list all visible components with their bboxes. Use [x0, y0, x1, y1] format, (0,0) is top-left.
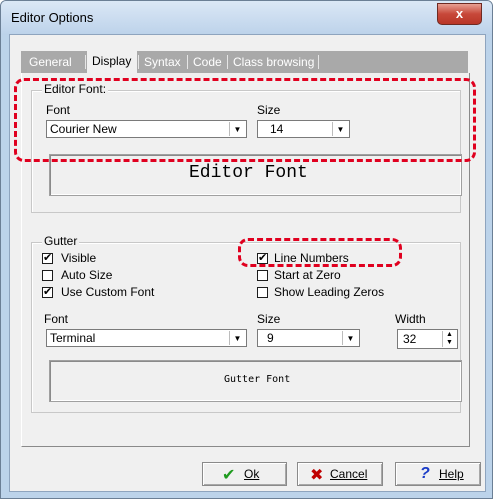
- use-custom-font-label[interactable]: Use Custom Font: [61, 285, 154, 299]
- gutter-font-preview: Gutter Font: [49, 360, 462, 402]
- gutter-font-preview-text: Gutter Font: [224, 374, 291, 385]
- gutter-size-label: Size: [257, 312, 281, 326]
- tab-strip: General Display Syntax Code Class browsi…: [21, 50, 468, 74]
- ok-button-label: Ok: [244, 467, 260, 481]
- check-mark-icon: ✔: [43, 286, 53, 298]
- tab-separator: [187, 55, 188, 69]
- question-mark-icon: ?: [420, 465, 430, 482]
- close-button[interactable]: x: [437, 3, 482, 25]
- window-title: Editor Options: [11, 10, 94, 25]
- help-button[interactable]: ? Help: [395, 462, 481, 486]
- gutter-font-value: Terminal: [50, 331, 96, 345]
- tab-general[interactable]: General: [29, 54, 72, 70]
- check-mark-icon: ✔: [43, 252, 53, 264]
- cancel-button-label: Cancel: [330, 467, 368, 481]
- x-mark-icon: ✖: [310, 467, 324, 484]
- tab-syntax[interactable]: Syntax: [144, 54, 181, 70]
- chevron-down-icon[interactable]: ▼: [342, 331, 358, 345]
- visible-checkbox[interactable]: ✔: [42, 253, 53, 264]
- use-custom-font-checkbox[interactable]: ✔: [42, 287, 53, 298]
- tab-display[interactable]: Display: [87, 50, 137, 74]
- tab-class-browsing[interactable]: Class browsing: [233, 54, 314, 70]
- chevron-down-icon[interactable]: ▼: [229, 331, 245, 345]
- gutter-font-label: Font: [44, 312, 69, 326]
- checkmark-icon: ✔: [222, 467, 236, 484]
- editor-font-preview-text: Editor Font: [189, 163, 308, 183]
- start-at-zero-checkbox[interactable]: [257, 270, 268, 281]
- gutter-group-title: Gutter: [42, 234, 80, 248]
- cancel-button[interactable]: ✖ Cancel: [297, 462, 383, 486]
- tab-display-label: Display: [92, 54, 132, 68]
- tab-separator: [85, 55, 86, 69]
- tab-separator: [138, 55, 139, 69]
- show-leading-zeros-label[interactable]: Show Leading Zeros: [274, 285, 384, 299]
- gutter-size-select[interactable]: 9 ▼: [257, 329, 360, 347]
- line-numbers-highlight: [238, 238, 402, 267]
- spinner-arrows-icon[interactable]: ▲ ▼: [442, 331, 456, 347]
- tab-code[interactable]: Code: [193, 54, 222, 70]
- gutter-font-select[interactable]: Terminal ▼: [46, 329, 247, 347]
- gutter-size-value: 9: [267, 331, 274, 345]
- tab-separator: [318, 55, 319, 69]
- ok-button[interactable]: ✔ Ok: [202, 462, 287, 486]
- start-at-zero-label[interactable]: Start at Zero: [274, 268, 341, 282]
- help-button-label: Help: [439, 467, 464, 481]
- auto-size-checkbox[interactable]: [42, 270, 53, 281]
- show-leading-zeros-checkbox[interactable]: [257, 287, 268, 298]
- gutter-width-value: 32: [403, 332, 417, 346]
- close-icon: x: [455, 6, 464, 21]
- title-bar[interactable]: Editor Options x: [1, 1, 492, 35]
- tab-separator: [227, 55, 228, 69]
- editor-font-highlight: [14, 78, 476, 162]
- auto-size-label[interactable]: Auto Size: [61, 268, 112, 282]
- gutter-width-label: Width: [395, 312, 426, 326]
- visible-label[interactable]: Visible: [61, 251, 96, 265]
- gutter-width-spinner[interactable]: 32 ▲ ▼: [397, 329, 458, 349]
